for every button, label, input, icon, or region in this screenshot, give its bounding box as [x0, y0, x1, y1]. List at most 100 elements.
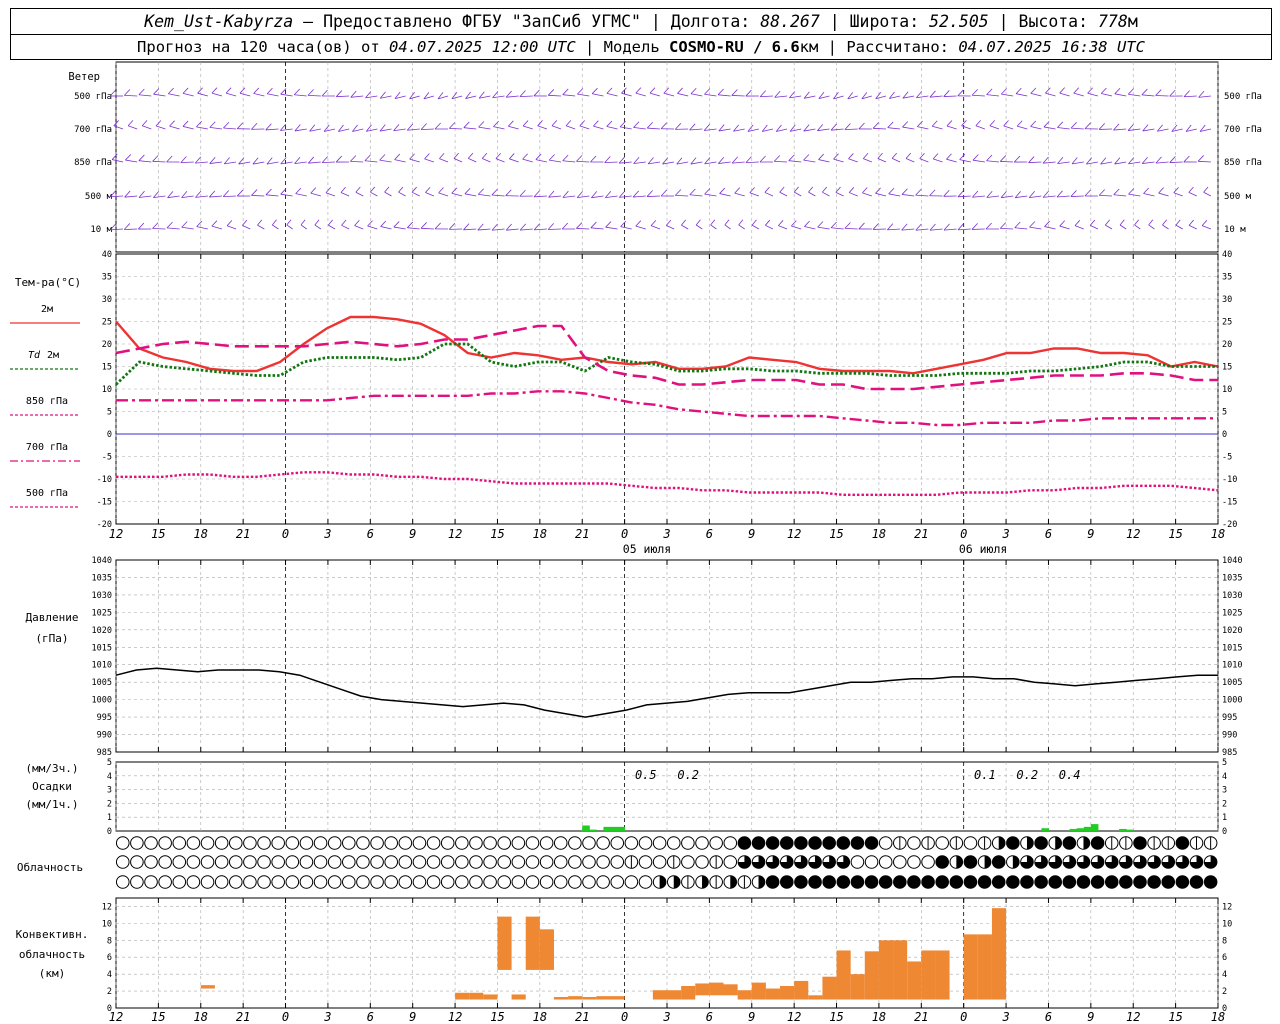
wind-barb-flag	[166, 155, 173, 163]
wind-barb-flag	[448, 223, 456, 230]
wind-panel	[115, 61, 1219, 253]
wind-barb	[902, 126, 915, 130]
wind-barb	[901, 228, 915, 231]
temp-ytick-right: 20	[1222, 340, 1232, 350]
wind-barb	[1114, 93, 1127, 97]
wind-barb-flag	[591, 87, 598, 94]
cloud-symbol	[610, 855, 625, 869]
wind-barb	[535, 159, 547, 163]
wind-barb	[803, 159, 816, 163]
cloud-symbol	[977, 875, 992, 889]
wind-barb	[604, 161, 618, 164]
series-line-3	[116, 390, 1218, 427]
wind-barb-flag	[321, 89, 328, 97]
temp-ytick-right: 25	[1222, 318, 1232, 328]
wind-barb	[314, 224, 322, 230]
wind-barb-flag	[986, 154, 993, 162]
conv-ytick-right: 8	[1222, 936, 1227, 946]
wind-barb	[226, 225, 237, 230]
wind-barb-flag	[293, 88, 301, 96]
cloud-symbol	[356, 855, 370, 869]
wind-barb	[1148, 224, 1155, 230]
wind-barb	[650, 225, 661, 230]
wind-barb-flag	[931, 120, 938, 127]
cloud-symbol	[1048, 875, 1063, 889]
wind-barb-flag	[355, 186, 361, 193]
wind-barb	[491, 228, 505, 231]
wind-barb-flag	[632, 190, 639, 198]
cloud-symbol	[1090, 836, 1105, 850]
wind-barb-flag	[618, 156, 625, 164]
wind-barb	[508, 125, 519, 130]
conv-hour-label: 6	[367, 1010, 374, 1024]
convective-label-2: облачность	[19, 948, 85, 961]
wind-barb-flag	[467, 152, 474, 159]
cloud-symbol	[271, 836, 285, 850]
wind-barb	[1175, 224, 1183, 230]
cloud-symbol	[1203, 875, 1218, 889]
wind-barb	[340, 192, 350, 197]
wind-barb-flag	[124, 89, 131, 96]
precip-annotation: 0.2	[677, 768, 699, 782]
wind-barb	[308, 161, 321, 164]
pres-ytick-left: 990	[97, 731, 112, 741]
wind-barb-flag	[999, 222, 1007, 229]
wind-barb	[745, 161, 759, 164]
wind-barb	[621, 92, 632, 97]
cloud-symbol	[681, 855, 695, 869]
wind-barb-flag	[1173, 187, 1179, 193]
wind-barb	[794, 191, 802, 197]
wind-barb-flag	[1014, 221, 1021, 229]
cloud-symbol	[356, 836, 370, 850]
wind-barb	[986, 160, 1000, 163]
wind-barb-flag	[1059, 220, 1066, 227]
cloud-symbol	[271, 855, 285, 869]
wind-barb-flag	[380, 220, 387, 227]
wind-barb-flag	[384, 186, 390, 193]
wind-barb	[844, 227, 858, 230]
wind-barb	[635, 225, 646, 230]
pres-ytick-left: 995	[97, 713, 112, 723]
temp-hour-label: 9	[748, 527, 755, 541]
wind-barb	[606, 126, 618, 130]
wind-barb	[520, 228, 533, 231]
wind-level-label-left: 500 гПа	[74, 92, 112, 102]
convective-bar	[681, 986, 696, 1000]
wind-barb-flag	[704, 188, 711, 195]
wind-barb-flag	[522, 120, 529, 127]
cloud-symbol	[1175, 836, 1190, 850]
wind-barb-flag	[182, 120, 189, 127]
cloud-symbol	[228, 836, 243, 850]
wind-barb-flag	[180, 156, 187, 163]
wind-barb	[463, 127, 477, 130]
wind-barb-flag	[803, 154, 810, 161]
wind-title: Ветер	[68, 71, 100, 83]
wind-barb	[929, 228, 943, 231]
wind-barb-flag	[759, 90, 766, 98]
conv-hour-label: 6	[706, 1010, 713, 1024]
cloud-symbol	[158, 875, 172, 889]
wind-barb-flag	[481, 152, 488, 159]
wind-barb	[946, 158, 957, 163]
wind-barb-flag	[310, 187, 317, 194]
cloud-symbol	[1006, 836, 1020, 850]
conv-hour-label: 18	[533, 1010, 547, 1024]
prec-ytick-right: 4	[1222, 772, 1227, 782]
wind-barb	[1000, 195, 1014, 199]
wind-barb-flag	[138, 154, 145, 161]
wind-barb-flag	[719, 187, 726, 194]
convective-bar	[652, 990, 667, 1000]
cloud-symbol	[935, 855, 950, 869]
wind-barb	[831, 128, 844, 131]
wind-barb	[774, 160, 788, 163]
wind-barb-flag	[451, 187, 458, 194]
wind-barb-flag	[271, 219, 277, 226]
wind-barb-flag	[808, 186, 814, 193]
cloud-symbol	[878, 836, 893, 850]
wind-barb-flag	[1042, 156, 1049, 164]
cloud-symbol	[949, 875, 964, 889]
conv-hour-label: 15	[151, 1010, 165, 1024]
wind-barb	[774, 95, 788, 98]
cloud-symbol	[864, 836, 879, 850]
wind-barb-flag	[605, 221, 612, 228]
